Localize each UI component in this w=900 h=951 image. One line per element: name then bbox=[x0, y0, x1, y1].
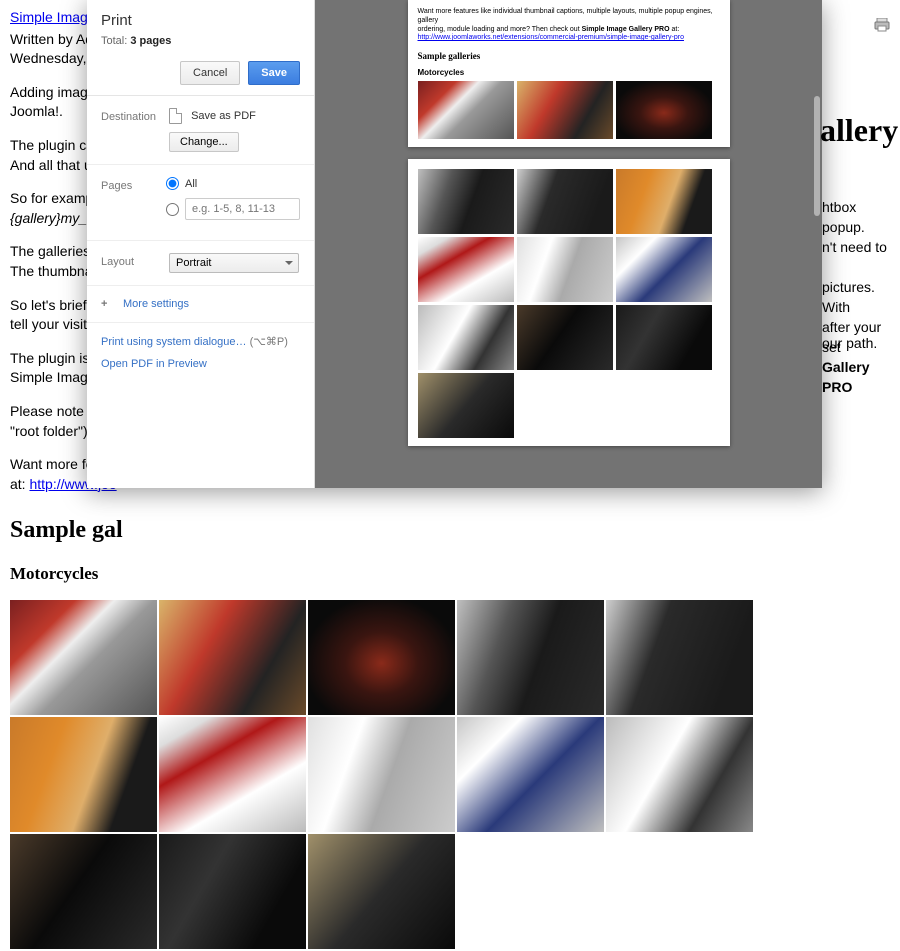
plus-icon: + bbox=[101, 298, 113, 310]
gallery-thumbnail[interactable] bbox=[10, 600, 157, 715]
gallery-thumbnail[interactable] bbox=[308, 717, 455, 832]
text-fragment: Gallery PRO bbox=[822, 358, 900, 397]
preview-thumbnail bbox=[517, 169, 613, 234]
gallery-thumbnail[interactable] bbox=[10, 834, 157, 949]
motorcycles-heading: Motorcycles bbox=[10, 562, 890, 586]
preview-thumbnail bbox=[418, 373, 514, 438]
dialog-title: Print bbox=[101, 12, 300, 29]
gallery-thumbnail[interactable] bbox=[159, 717, 306, 832]
gallery-thumbnail[interactable] bbox=[606, 717, 753, 832]
preview-subheading: Motorcycles bbox=[418, 68, 720, 78]
preview-page-1: Want more features like individual thumb… bbox=[408, 0, 730, 147]
preview-thumbnail bbox=[418, 81, 514, 139]
layout-select[interactable]: Portrait bbox=[169, 253, 299, 273]
preview-thumbnail bbox=[517, 237, 613, 302]
sample-galleries-heading: Sample gal bbox=[10, 514, 890, 548]
print-dialog: Print Total: 3 pages Cancel Save Destina… bbox=[87, 0, 822, 488]
more-settings-toggle[interactable]: + More settings bbox=[87, 286, 314, 323]
preview-thumbnail bbox=[616, 81, 712, 139]
gallery-thumbnail[interactable] bbox=[606, 600, 753, 715]
cancel-button[interactable]: Cancel bbox=[180, 61, 240, 85]
total-pages: Total: 3 pages bbox=[101, 35, 300, 47]
open-pdf-preview-link[interactable]: Open PDF in Preview bbox=[101, 358, 300, 370]
text-fragment: n't need to bbox=[822, 238, 887, 258]
system-dialog-link[interactable]: Print using system dialogue… (⌥⌘P) bbox=[101, 335, 300, 348]
gallery-thumbnail[interactable] bbox=[159, 600, 306, 715]
print-icon[interactable] bbox=[874, 18, 890, 32]
preview-thumbnail bbox=[517, 81, 613, 139]
gallery-thumbnail[interactable] bbox=[308, 834, 455, 949]
text-fragment: pictures. With bbox=[822, 278, 900, 317]
preview-link: http://www.joomlaworks.net/extensions/co… bbox=[418, 34, 684, 41]
change-destination-button[interactable]: Change... bbox=[169, 132, 239, 152]
preview-page-2 bbox=[408, 159, 730, 446]
gallery-thumbnail[interactable] bbox=[308, 600, 455, 715]
pages-all-label: All bbox=[185, 178, 197, 190]
preview-gallery bbox=[418, 169, 720, 438]
gallery-grid bbox=[10, 600, 890, 951]
text-fragment: our path. bbox=[822, 334, 877, 354]
preview-text: ordering, module loading and more? Then … bbox=[418, 26, 720, 35]
destination-value: Save as PDF bbox=[191, 110, 256, 122]
preview-scrollbar[interactable] bbox=[814, 96, 820, 216]
destination-label: Destination bbox=[101, 108, 157, 123]
pages-label: Pages bbox=[101, 177, 154, 192]
text-fragment: htbox popup. bbox=[822, 198, 900, 237]
preview-gallery bbox=[418, 81, 720, 139]
save-button[interactable]: Save bbox=[248, 61, 300, 85]
text-fragment: allery bbox=[820, 108, 898, 153]
preview-thumbnail bbox=[418, 169, 514, 234]
preview-thumbnail bbox=[616, 237, 712, 302]
gallery-thumbnail[interactable] bbox=[457, 717, 604, 832]
print-sidebar: Print Total: 3 pages Cancel Save Destina… bbox=[87, 0, 315, 488]
preview-heading: Sample galleries bbox=[418, 51, 720, 62]
gallery-thumbnail[interactable] bbox=[159, 834, 306, 949]
preview-thumbnail bbox=[517, 305, 613, 370]
preview-thumbnail bbox=[616, 169, 712, 234]
pages-range-radio[interactable] bbox=[166, 203, 179, 216]
layout-label: Layout bbox=[101, 253, 157, 268]
preview-text: Want more features like individual thumb… bbox=[418, 8, 720, 26]
gallery-thumbnail[interactable] bbox=[10, 717, 157, 832]
preview-thumbnail bbox=[418, 305, 514, 370]
gallery-thumbnail[interactable] bbox=[457, 600, 604, 715]
preview-thumbnail bbox=[616, 305, 712, 370]
pdf-icon bbox=[169, 108, 182, 124]
pages-all-radio[interactable] bbox=[166, 177, 179, 190]
preview-thumbnail bbox=[418, 237, 514, 302]
pages-range-input[interactable] bbox=[185, 198, 300, 220]
print-preview-pane[interactable]: Want more features like individual thumb… bbox=[315, 0, 822, 488]
